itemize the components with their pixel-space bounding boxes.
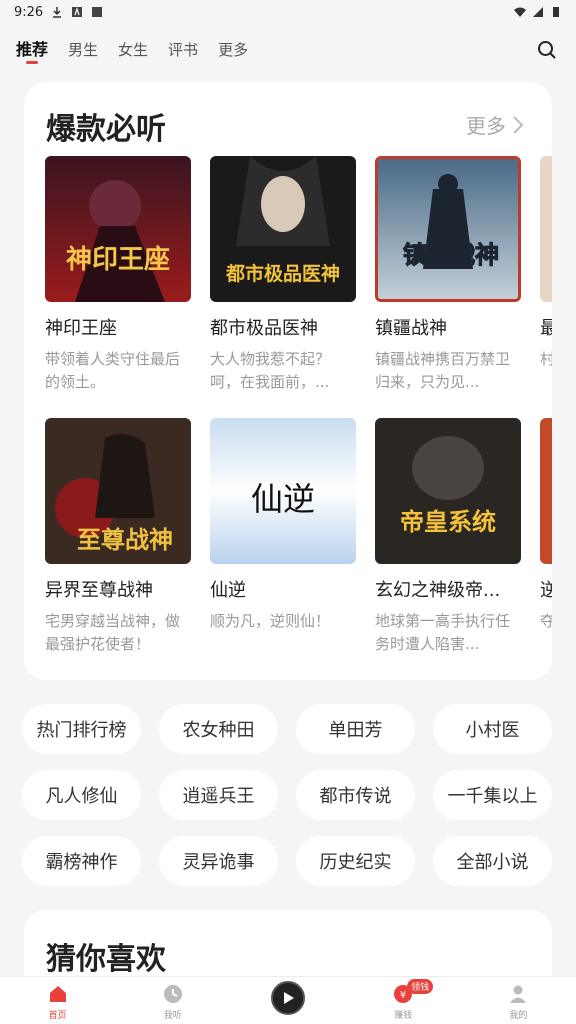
book-cover: 镇疆战神 bbox=[375, 156, 521, 302]
chip[interactable]: 逍遥兵王 bbox=[159, 770, 278, 820]
clock-icon bbox=[162, 983, 184, 1005]
section-title: 爆款必听 bbox=[46, 112, 166, 147]
book-item[interactable]: 帝皇系统 玄幻之神级帝... 地球第一高手执行任务时遭人陷害... bbox=[375, 418, 521, 656]
signal-icon bbox=[533, 7, 543, 17]
cover-text: 仙逆 bbox=[251, 480, 315, 518]
book-cover: 至尊战神 bbox=[45, 418, 191, 564]
nav-earn[interactable]: ¥ 领钱 赚钱 bbox=[363, 979, 443, 1021]
book-item[interactable]: 镇疆战神 镇疆战神 镇疆战神携百万禁卫归来，只为见... bbox=[375, 156, 521, 394]
status-bar: 9:26 bbox=[0, 0, 576, 24]
download-icon bbox=[53, 7, 62, 18]
book-title: 神印王座 bbox=[45, 318, 117, 339]
chip[interactable]: 农女种田 bbox=[159, 704, 278, 754]
book-title: 异界至尊战神 bbox=[45, 580, 153, 601]
book-desc: 宅男穿越当战神，做最强护花使者！ bbox=[45, 612, 181, 653]
nav-profile[interactable]: 我的 bbox=[478, 983, 558, 1021]
category-chips: 热门排行榜 农女种田 单田芳 小村医 凡人修仙 逍遥兵王 都市传说 一千集以上 … bbox=[22, 704, 554, 886]
tab-storytelling[interactable]: 评书 bbox=[168, 30, 198, 70]
battery-icon bbox=[553, 7, 559, 17]
cover-art: 帝皇系统 bbox=[375, 418, 521, 564]
more-label: 更多 bbox=[466, 114, 506, 138]
nav-earn-label: 赚钱 bbox=[394, 1011, 413, 1021]
chip[interactable]: 都市传说 bbox=[296, 770, 415, 820]
book-cover: 帝皇系统 bbox=[375, 418, 521, 564]
notification-square-icon bbox=[92, 7, 103, 17]
app-notification-icon bbox=[72, 7, 83, 17]
book-item[interactable]: 仙逆 仙逆 顺为凡，逆则仙！ bbox=[210, 418, 356, 656]
user-icon bbox=[507, 983, 529, 1005]
book-item[interactable]: 至尊战神 异界至尊战神 宅男穿越当战神，做最强护花使者！ bbox=[45, 418, 191, 656]
book-row-2: 至尊战神 异界至尊战神 宅男穿越当战神，做最强护花使者！ 仙逆 仙逆 顺为凡，逆… bbox=[45, 418, 552, 656]
cover-art bbox=[540, 418, 552, 564]
book-desc: 大人物我惹不起？呵，在我面前，... bbox=[210, 350, 331, 391]
chip[interactable]: 灵异诡事 bbox=[159, 836, 278, 886]
book-title: 玄幻之神级帝... bbox=[375, 580, 501, 601]
book-cover bbox=[540, 156, 552, 302]
cover-text: 至尊战神 bbox=[77, 525, 173, 554]
nav-home-label: 首页 bbox=[48, 1011, 67, 1021]
book-cover: 仙逆 bbox=[210, 418, 356, 564]
book-item[interactable]: 逆 夺乱 bbox=[540, 418, 552, 656]
search-button[interactable] bbox=[534, 37, 560, 63]
cover-art: 镇疆战神 bbox=[378, 159, 518, 299]
book-cover: 都市极品医神 bbox=[210, 156, 356, 302]
hot-section-card: 爆款必听 更多 神印王座 神印王座 带领着人类守住最后的领土。 都市极品医神 都… bbox=[24, 82, 552, 680]
guess-title: 猜你喜欢 bbox=[46, 942, 166, 977]
book-title: 仙逆 bbox=[210, 580, 246, 601]
chip[interactable]: 凡人修仙 bbox=[22, 770, 141, 820]
book-item[interactable]: 最 村豪 bbox=[540, 156, 552, 394]
book-desc: 地球第一高手执行任务时遭人陷害... bbox=[375, 612, 511, 653]
search-icon bbox=[538, 41, 556, 59]
cover-text: 神印王座 bbox=[66, 244, 170, 275]
cover-text: 都市极品医神 bbox=[225, 262, 340, 285]
book-desc: 村豪 bbox=[540, 350, 552, 368]
top-nav: 推荐 男生 女生 评书 更多 bbox=[0, 30, 576, 70]
book-item[interactable]: 都市极品医神 都市极品医神 大人物我惹不起？呵，在我面前，... bbox=[210, 156, 356, 394]
cover-text: 帝皇系统 bbox=[400, 507, 496, 536]
book-title: 逆 bbox=[540, 576, 552, 602]
wifi-icon bbox=[514, 7, 526, 17]
home-icon bbox=[47, 983, 69, 1005]
chip[interactable]: 全部小说 bbox=[433, 836, 552, 886]
chip[interactable]: 单田芳 bbox=[296, 704, 415, 754]
book-desc: 带领着人类守住最后的领土。 bbox=[45, 350, 181, 391]
book-row-1: 神印王座 神印王座 带领着人类守住最后的领土。 都市极品医神 都市极品医神 大人… bbox=[45, 156, 552, 394]
book-title: 镇疆战神 bbox=[375, 318, 447, 339]
book-desc: 镇疆战神携百万禁卫归来，只为见... bbox=[375, 350, 511, 391]
book-cover bbox=[540, 418, 552, 564]
book-desc: 夺乱 bbox=[540, 612, 552, 630]
chip[interactable]: 霸榜神作 bbox=[22, 836, 141, 886]
cover-art bbox=[540, 156, 552, 302]
cover-art: 神印王座 bbox=[45, 156, 191, 302]
nav-listen[interactable]: 我听 bbox=[133, 983, 213, 1021]
book-cover: 神印王座 bbox=[45, 156, 191, 302]
chip[interactable]: 小村医 bbox=[433, 704, 552, 754]
book-item[interactable]: 神印王座 神印王座 带领着人类守住最后的领土。 bbox=[45, 156, 191, 394]
tab-more[interactable]: 更多 bbox=[218, 30, 248, 70]
nav-home[interactable]: 首页 bbox=[18, 983, 98, 1021]
book-title: 最 bbox=[540, 314, 552, 340]
cover-art: 仙逆 bbox=[210, 418, 356, 564]
nav-player[interactable] bbox=[248, 981, 328, 1015]
chip[interactable]: 热门排行榜 bbox=[22, 704, 141, 754]
bottom-nav: 首页 我听 ¥ 领钱 赚钱 我的 bbox=[0, 976, 576, 1024]
cover-art: 至尊战神 bbox=[45, 418, 191, 564]
chevron-right-icon bbox=[513, 115, 524, 134]
cover-text: 镇疆战神 bbox=[403, 240, 499, 269]
book-title: 都市极品医神 bbox=[210, 318, 318, 339]
svg-text:¥: ¥ bbox=[400, 990, 406, 1001]
play-icon bbox=[270, 981, 305, 1015]
earn-badge: 领钱 bbox=[407, 979, 434, 994]
tab-male[interactable]: 男生 bbox=[68, 30, 98, 70]
chip[interactable]: 一千集以上 bbox=[433, 770, 552, 820]
tab-female[interactable]: 女生 bbox=[118, 30, 148, 70]
status-time: 9:26 bbox=[14, 4, 44, 20]
chip[interactable]: 历史纪实 bbox=[296, 836, 415, 886]
nav-profile-label: 我的 bbox=[509, 1011, 528, 1021]
cover-art: 都市极品医神 bbox=[210, 156, 356, 302]
tab-recommend[interactable]: 推荐 bbox=[16, 30, 48, 70]
more-link[interactable]: 更多 bbox=[466, 110, 524, 139]
book-desc: 顺为凡，逆则仙！ bbox=[210, 612, 331, 630]
nav-listen-label: 我听 bbox=[163, 1011, 182, 1021]
